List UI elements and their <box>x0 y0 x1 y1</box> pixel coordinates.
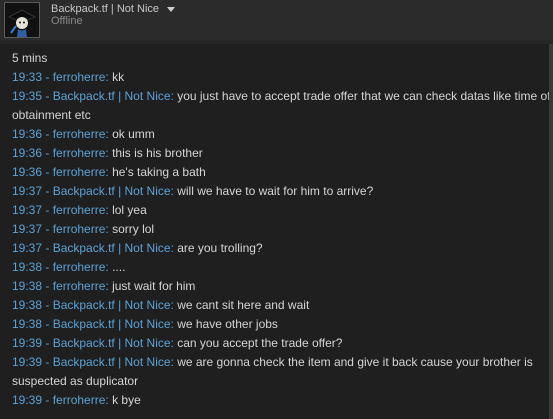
message-time: 19:36 <box>12 165 43 179</box>
user-status: Offline <box>51 15 83 27</box>
message-text: kk <box>112 70 125 84</box>
chat-log[interactable]: 5 mins 19:33 - ferroherre: kk 19:35 - Ba… <box>0 44 553 419</box>
message-text: k bye <box>112 393 141 407</box>
chat-message: 19:37 - ferroherre: lol yea <box>12 203 147 217</box>
message-text: sorry lol <box>112 222 155 236</box>
chat-message: 19:39 - ferroherre: k bye <box>12 393 141 407</box>
message-text: are you trolling? <box>177 241 263 255</box>
message-time: 19:37 <box>12 184 43 198</box>
avatar-image <box>5 3 39 37</box>
message-time: 19:36 <box>12 127 43 141</box>
message-time: 19:39 <box>12 393 43 407</box>
message-text: he's taking a bath <box>112 165 206 179</box>
message-text: will we have to wait for him to arrive? <box>177 184 374 198</box>
message-sender: Backpack.tf | Not Nice <box>52 336 171 350</box>
message-time: 19:35 <box>12 89 43 103</box>
chat-message: 19:38 - Backpack.tf | Not Nice: we have … <box>12 317 278 331</box>
message-time: 19:38 <box>12 260 43 274</box>
message-time: 19:37 <box>12 222 43 236</box>
message-time: 19:38 <box>12 279 43 293</box>
message-time: 19:37 <box>12 241 43 255</box>
message-sender: ferroherre <box>52 70 106 84</box>
message-text: lol yea <box>112 203 147 217</box>
message-sender: Backpack.tf | Not Nice <box>52 89 171 103</box>
chat-message: 19:33 - ferroherre: kk <box>12 70 125 84</box>
message-sender: Backpack.tf | Not Nice <box>52 184 171 198</box>
chat-message: 19:38 - ferroherre: .... <box>12 260 126 274</box>
chat-message: 19:39 - Backpack.tf | Not Nice: we are g… <box>12 355 533 388</box>
message-sender: Backpack.tf | Not Nice <box>52 355 171 369</box>
message-time: 19:36 <box>12 146 43 160</box>
message-sender: ferroherre <box>52 393 106 407</box>
chat-message: 19:36 - ferroherre: he's taking a bath <box>12 165 206 179</box>
message-text: ok umm <box>112 127 155 141</box>
message-sender: ferroherre <box>52 279 106 293</box>
chat-message: 19:38 - ferroherre: just wait for him <box>12 279 196 293</box>
chat-header: Backpack.tf | Not Nice Offline <box>0 0 553 40</box>
message-sender: ferroherre <box>52 222 106 236</box>
user-name-row[interactable]: Backpack.tf | Not Nice <box>51 2 176 16</box>
message-time: 19:39 <box>12 336 43 350</box>
message-text: .... <box>112 260 126 274</box>
scrollbar-track[interactable] <box>549 44 553 419</box>
message-sender: Backpack.tf | Not Nice <box>52 241 171 255</box>
message-time: 19:39 <box>12 355 43 369</box>
message-sender: ferroherre <box>52 260 106 274</box>
message-sender: Backpack.tf | Not Nice <box>52 317 171 331</box>
scrollbar-thumb[interactable] <box>549 44 553 419</box>
message-text: can you accept the trade offer? <box>177 336 343 350</box>
chat-message: 19:39 - Backpack.tf | Not Nice: can you … <box>12 336 343 350</box>
message-time: 19:38 <box>12 317 43 331</box>
message-time: 19:38 <box>12 298 43 312</box>
message-sender: ferroherre <box>52 127 106 141</box>
chat-message: 19:37 - Backpack.tf | Not Nice: are you … <box>12 241 263 255</box>
message-sender: ferroherre <box>52 203 106 217</box>
chevron-down-icon[interactable] <box>167 6 176 12</box>
user-name[interactable]: Backpack.tf | Not Nice <box>51 3 159 15</box>
message-sender: ferroherre <box>52 165 106 179</box>
message-text: this is his brother <box>112 146 203 160</box>
chat-message: 19:37 - ferroherre: sorry lol <box>12 222 155 236</box>
message-time: 19:37 <box>12 203 43 217</box>
time-label: 5 mins <box>12 51 48 65</box>
chat-message: 19:36 - ferroherre: ok umm <box>12 127 155 141</box>
chat-message: 19:36 - ferroherre: this is his brother <box>12 146 203 160</box>
message-text: we cant sit here and wait <box>177 298 310 312</box>
chat-message: 19:37 - Backpack.tf | Not Nice: will we … <box>12 184 374 198</box>
message-text: we have other jobs <box>177 317 278 331</box>
message-text: just wait for him <box>112 279 196 293</box>
message-sender: Backpack.tf | Not Nice <box>52 298 171 312</box>
chat-message: 19:35 - Backpack.tf | Not Nice: you just… <box>12 89 551 122</box>
avatar[interactable] <box>4 2 40 38</box>
chat-message: 19:38 - Backpack.tf | Not Nice: we cant … <box>12 298 310 312</box>
message-sender: ferroherre <box>52 146 106 160</box>
message-time: 19:33 <box>12 70 43 84</box>
